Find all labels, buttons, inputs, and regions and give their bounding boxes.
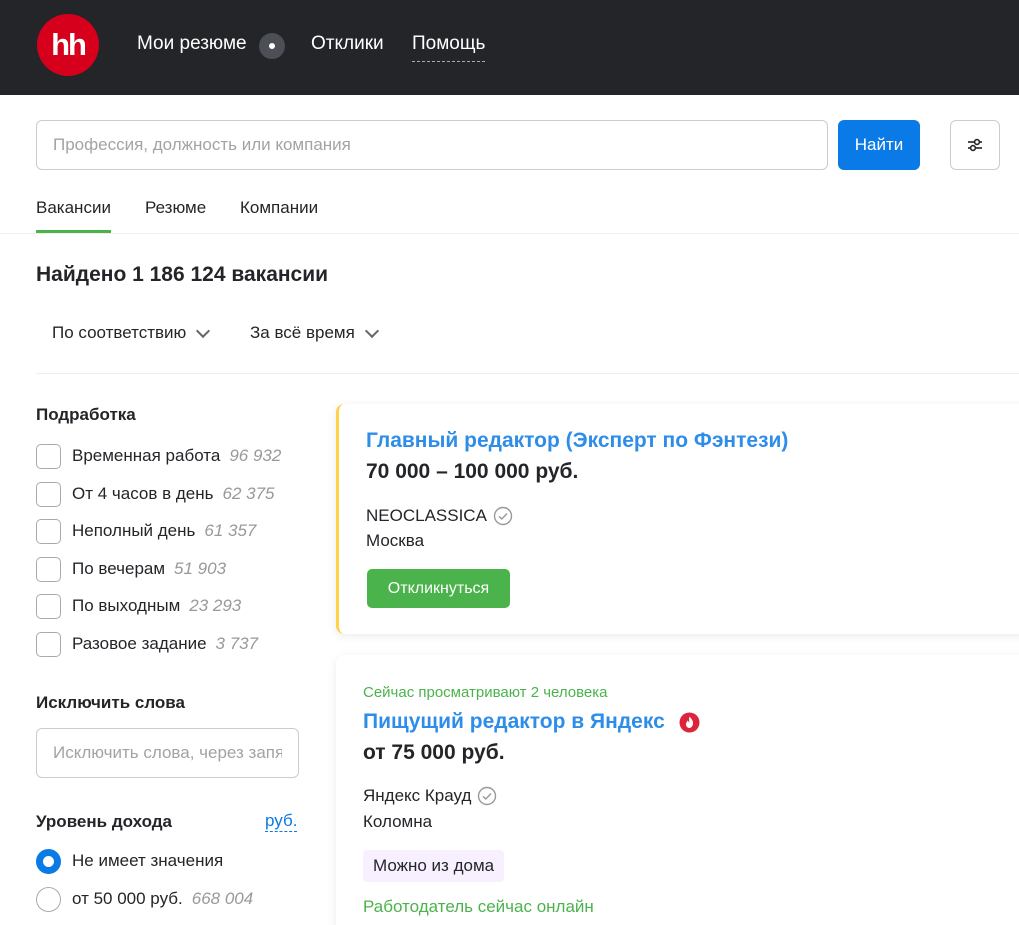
filter-label: Неполный день [72, 521, 196, 540]
results-count: Найдено 1 186 124 вакансии [36, 263, 329, 286]
verified-check-icon [478, 786, 497, 806]
income-any[interactable]: Не имеет значения [36, 848, 223, 874]
sort-divider [36, 373, 1019, 374]
vacancy-title-link[interactable]: Пищущий редактор в Яндекс [363, 710, 700, 734]
sort-period-dropdown[interactable]: За всё время [250, 323, 379, 343]
exclude-words-input[interactable] [36, 728, 299, 778]
checkbox[interactable] [36, 518, 61, 544]
verified-check-icon [493, 506, 513, 526]
currency-link[interactable]: руб. [265, 811, 298, 832]
radio-selected[interactable] [36, 848, 61, 874]
hh-logo[interactable]: hh [37, 14, 99, 76]
remote-work-tag: Можно из дома [363, 850, 505, 882]
company-name: NEOCLASSICA [366, 506, 487, 525]
filter-temporary-work[interactable]: Временная работа 96 932 [36, 443, 281, 469]
company-name: Яндекс Крауд [363, 786, 472, 805]
income-count: 668 004 [191, 889, 254, 908]
sliders-icon [968, 138, 982, 152]
apply-button[interactable]: Откликнуться [367, 569, 510, 608]
resume-badge-icon [259, 33, 285, 59]
income-title: Уровень дохода [36, 812, 173, 831]
vacancy-city: Москва [366, 531, 425, 550]
filter-label: От 4 часов в день [72, 484, 214, 503]
tab-companies[interactable]: Компании [240, 198, 318, 228]
checkbox[interactable] [36, 556, 61, 582]
find-button[interactable]: Найти [838, 120, 920, 170]
filter-count: 96 932 [229, 446, 282, 465]
radio[interactable] [36, 886, 61, 912]
exclude-words-title: Исключить слова [36, 693, 185, 712]
tab-vacancies[interactable]: Вакансии [36, 198, 111, 233]
chevron-down-icon [364, 323, 379, 338]
filter-count: 62 375 [222, 484, 275, 503]
vacancy-title-link[interactable]: Главный редактор (Эксперт по Фэнтези) [366, 429, 788, 453]
top-bar: hh Мои резюме Отклики Помощь [0, 0, 1019, 95]
fire-icon [679, 712, 700, 733]
filter-4-hours[interactable]: От 4 часов в день 62 375 [36, 481, 275, 507]
filter-one-time-task[interactable]: Разовое задание 3 737 [36, 631, 258, 657]
vacancy-title-text: Пищущий редактор в Яндекс [363, 710, 665, 733]
nav-my-resumes[interactable]: Мои резюме [137, 33, 247, 55]
chevron-down-icon [196, 323, 211, 338]
filter-count: 23 293 [189, 596, 242, 615]
filter-label: По вечерам [72, 559, 166, 578]
filter-label: По выходным [72, 596, 181, 615]
income-label: Не имеет значения [72, 851, 224, 870]
vacancy-city: Коломна [363, 812, 433, 831]
viewing-now-text: Сейчас просматривают 2 человека [363, 684, 608, 701]
sort-relevance-dropdown[interactable]: По соответствию [52, 323, 211, 343]
filter-part-day[interactable]: Неполный день 61 357 [36, 518, 256, 544]
vacancy-company-link[interactable]: NEOCLASSICA [366, 506, 513, 526]
filter-label: Временная работа [72, 446, 221, 465]
checkbox[interactable] [36, 481, 61, 507]
advanced-filter-button[interactable] [950, 120, 1000, 170]
income-label: от 50 000 руб. [72, 889, 183, 908]
filter-count: 51 903 [174, 559, 227, 578]
filter-label: Разовое задание [72, 634, 207, 653]
parttime-title: Подработка [36, 405, 136, 424]
search-input[interactable] [36, 120, 828, 170]
filter-count: 3 737 [215, 634, 259, 653]
sort-period-label: За всё время [250, 323, 355, 342]
vacancy-card: Сейчас просматривают 2 человека Пищущий … [336, 655, 1019, 925]
filter-count: 61 357 [204, 521, 257, 540]
vacancy-card: Главный редактор (Эксперт по Фэнтези) 70… [336, 404, 1019, 634]
checkbox[interactable] [36, 631, 61, 657]
filter-weekends[interactable]: По выходным 23 293 [36, 593, 241, 619]
nav-responses[interactable]: Отклики [311, 33, 384, 55]
sort-relevance-label: По соответствию [52, 323, 187, 342]
employer-online-text: Работодатель сейчас онлайн [363, 897, 594, 916]
tab-resumes[interactable]: Резюме [145, 198, 206, 228]
income-50000[interactable]: от 50 000 руб. 668 004 [36, 886, 253, 912]
nav-help[interactable]: Помощь [412, 33, 486, 62]
vacancy-salary: от 75 000 руб. [363, 741, 505, 764]
filter-evenings[interactable]: По вечерам 51 903 [36, 556, 226, 582]
vacancy-salary: 70 000 – 100 000 руб. [366, 460, 579, 483]
vacancy-company-link[interactable]: Яндекс Крауд [363, 786, 497, 806]
tabs-divider [0, 233, 1019, 234]
checkbox[interactable] [36, 443, 61, 469]
checkbox[interactable] [36, 593, 61, 619]
